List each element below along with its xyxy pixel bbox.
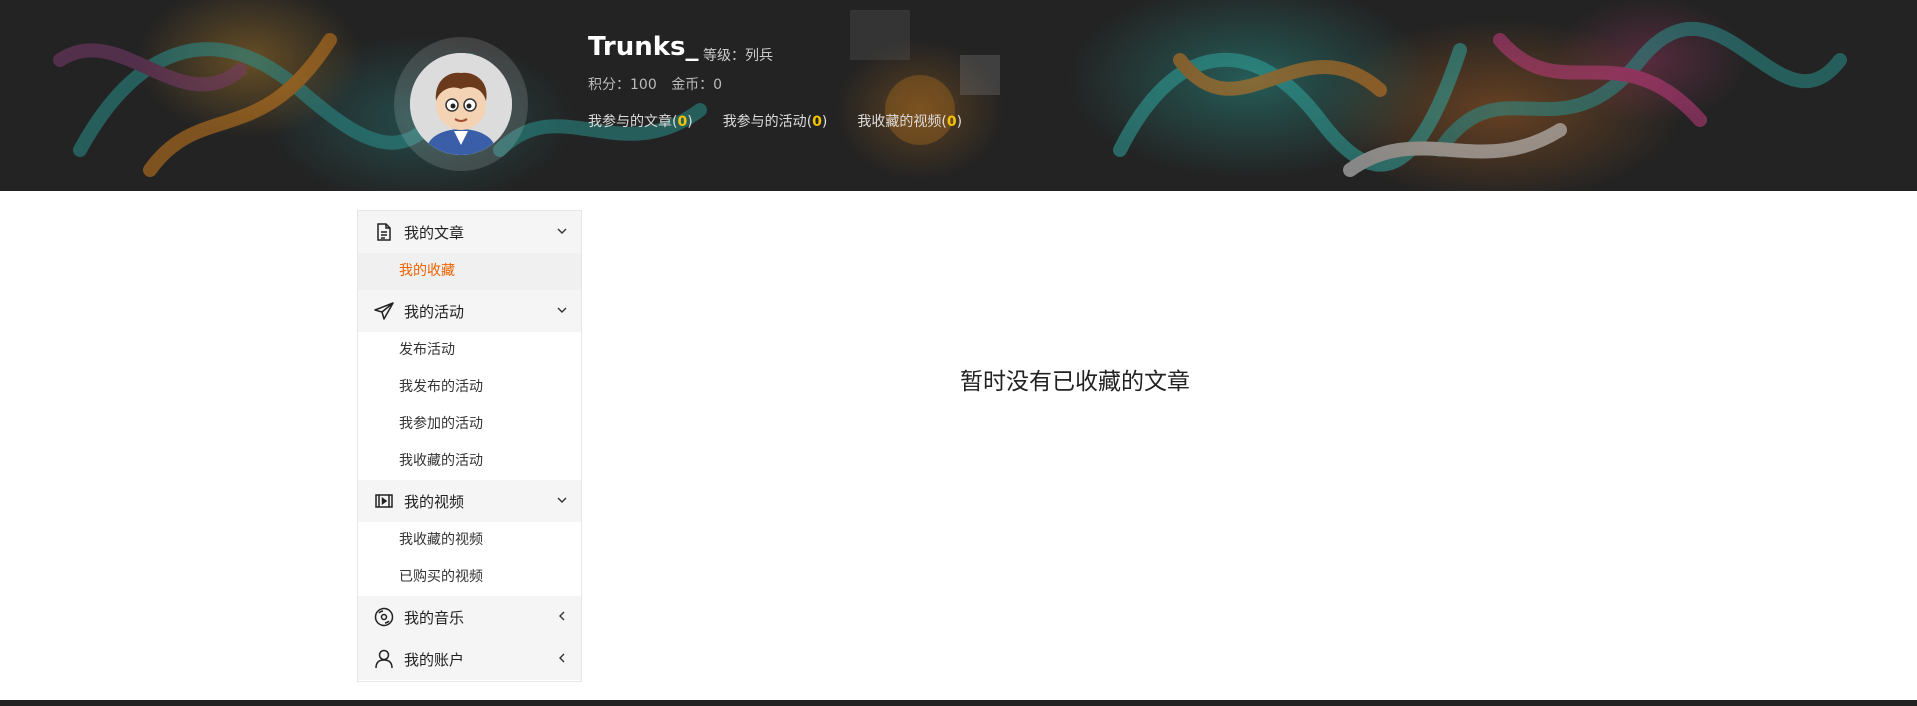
participation-links: 我参与的文章(0) 我参与的活动(0) 我收藏的视频(0) [588,111,962,131]
sidebar-section-label: 我的视频 [404,492,465,511]
disc-icon [374,607,394,627]
footer-bar [0,700,1917,706]
user-points: 积分：100 [588,77,657,93]
sidebar-section-label: 我的文章 [404,223,465,242]
sidebar-item-my-published-activities[interactable]: 我发布的活动 [358,369,581,406]
chevron-down-icon [555,303,569,317]
film-icon [374,491,394,511]
sidebar-item-purchased-videos[interactable]: 已购买的视频 [358,559,581,596]
user-icon [374,649,394,669]
sidebar-item-my-favorite-activities[interactable]: 我收藏的活动 [358,443,581,480]
chevron-left-icon [555,651,569,665]
articles-count: 0 [677,114,688,130]
document-icon [374,222,394,242]
empty-state-message: 暂时没有已收藏的文章 [960,369,1190,395]
sidebar-item-my-favorites[interactable]: 我的收藏 [358,253,581,290]
sidebar-section-label: 我的活动 [404,302,465,321]
sidebar-section-label: 我的音乐 [404,608,465,627]
sidebar-item-publish-activity[interactable]: 发布活动 [358,332,581,369]
sidebar-item-my-joined-activities[interactable]: 我参加的活动 [358,406,581,443]
username: Trunks_ [588,32,699,62]
paper-plane-icon [374,301,394,321]
profile-banner: Trunks_ 等级：列兵 积分：100 金币：0 我参与的文章(0) 我参与的… [0,0,1917,191]
sidebar-section-label: 我的账户 [404,650,465,669]
user-coins: 金币：0 [671,77,723,93]
sidebar-section-music[interactable]: 我的音乐 [358,596,581,638]
sidebar-menu: 我的文章 我的收藏 我的活动 发布活动 我发布的活动 我参加的活动 我收藏的活动… [357,210,582,682]
chevron-down-icon [555,493,569,507]
sidebar-item-my-favorite-videos[interactable]: 我收藏的视频 [358,522,581,559]
chevron-left-icon [555,609,569,623]
link-my-articles[interactable]: 我参与的文章(0) [588,111,693,131]
user-stats: 积分：100 金币：0 [588,74,732,94]
avatar[interactable] [394,37,528,171]
sidebar-section-activities[interactable]: 我的活动 [358,290,581,332]
activities-count: 0 [812,114,822,130]
user-level: 等级：列兵 [703,48,773,64]
link-my-activities[interactable]: 我参与的活动(0) [723,111,828,131]
videos-count: 0 [946,114,957,130]
link-my-videos[interactable]: 我收藏的视频(0) [857,111,962,131]
graffiti-background [53,10,1847,177]
avatar-image [410,53,512,155]
chevron-down-icon [555,224,569,238]
sidebar-section-account[interactable]: 我的账户 [358,638,581,680]
sidebar-section-videos[interactable]: 我的视频 [358,480,581,522]
sidebar-section-articles[interactable]: 我的文章 [358,211,581,253]
